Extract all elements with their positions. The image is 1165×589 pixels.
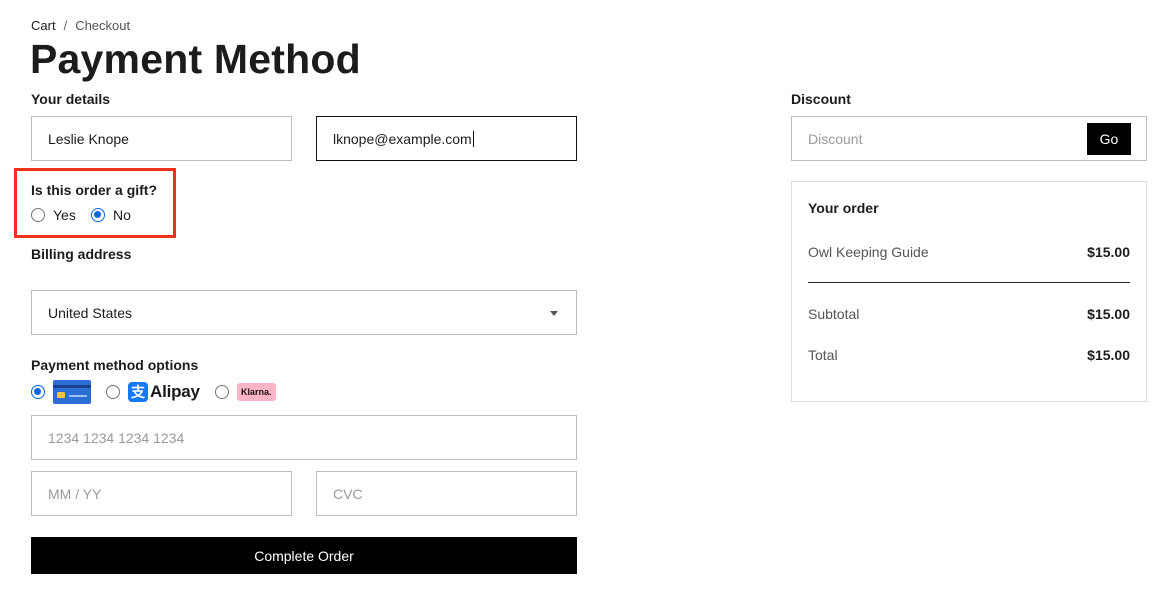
gift-no-radio[interactable]: [91, 208, 105, 222]
name-field[interactable]: Leslie Knope: [31, 116, 292, 161]
alipay-radio[interactable]: [106, 385, 120, 399]
alipay-logo-text: Alipay: [150, 382, 200, 401]
breadcrumb-checkout: Checkout: [75, 18, 131, 33]
credit-card-icon: [53, 380, 91, 404]
your-details-label: Your details: [31, 91, 111, 107]
expiry-input[interactable]: MM / YY: [31, 471, 292, 516]
gift-yes-option[interactable]: Yes: [31, 207, 76, 223]
card-radio[interactable]: [31, 385, 45, 399]
card-number-input[interactable]: 1234 1234 1234 1234: [31, 415, 577, 460]
chevron-down-icon: [550, 311, 558, 316]
subtotal-label: Subtotal: [808, 306, 860, 322]
discount-input[interactable]: Discount Go: [791, 116, 1147, 161]
cvc-input[interactable]: CVC: [316, 471, 577, 516]
name-field-value: Leslie Knope: [48, 130, 129, 147]
total-label: Total: [808, 347, 838, 363]
subtotal-value: $15.00: [1087, 306, 1130, 322]
card-number-placeholder: 1234 1234 1234 1234: [48, 429, 185, 446]
cvc-placeholder: CVC: [333, 485, 363, 502]
payment-options-label: Payment method options: [31, 357, 199, 373]
order-heading: Your order: [808, 200, 879, 216]
klarna-logo: Klarna.: [237, 383, 276, 401]
complete-order-button[interactable]: Complete Order: [31, 537, 577, 574]
gift-no-label: No: [113, 207, 131, 223]
breadcrumb-cart-link[interactable]: Cart: [31, 18, 56, 33]
gift-no-option[interactable]: No: [91, 207, 131, 223]
gift-question-label: Is this order a gift?: [31, 182, 158, 198]
billing-address-label: Billing address: [31, 246, 132, 262]
email-field[interactable]: lknope@example.com: [316, 116, 577, 161]
subtotal-row: Subtotal $15.00: [808, 306, 1130, 322]
klarna-radio[interactable]: [215, 385, 229, 399]
discount-placeholder: Discount: [808, 130, 863, 147]
order-summary-panel: Your order Owl Keeping Guide $15.00 Subt…: [791, 181, 1147, 402]
discount-label: Discount: [791, 91, 851, 107]
total-row: Total $15.00: [808, 347, 1130, 363]
payment-option-alipay[interactable]: 支 Alipay: [106, 382, 200, 402]
email-field-value: lknope@example.com: [333, 130, 472, 147]
payment-option-card[interactable]: [31, 380, 91, 404]
text-cursor: [472, 130, 474, 147]
country-select-value: United States: [48, 304, 133, 321]
order-item-name: Owl Keeping Guide: [808, 244, 929, 260]
gift-yes-radio[interactable]: [31, 208, 45, 222]
order-item-price: $15.00: [1087, 244, 1130, 260]
alipay-logo-icon: 支: [128, 382, 148, 402]
expiry-placeholder: MM / YY: [48, 485, 102, 502]
gift-yes-label: Yes: [53, 207, 76, 223]
country-select[interactable]: United States: [31, 290, 577, 335]
order-divider: [808, 282, 1130, 283]
total-value: $15.00: [1087, 347, 1130, 363]
breadcrumb: Cart / Checkout: [31, 18, 130, 33]
page-title: Payment Method: [30, 36, 361, 82]
breadcrumb-separator: /: [63, 18, 68, 33]
gift-highlight-box: [14, 168, 176, 238]
payment-option-klarna[interactable]: Klarna.: [215, 383, 276, 401]
go-button[interactable]: Go: [1087, 123, 1131, 155]
order-item-row: Owl Keeping Guide $15.00: [808, 244, 1130, 260]
